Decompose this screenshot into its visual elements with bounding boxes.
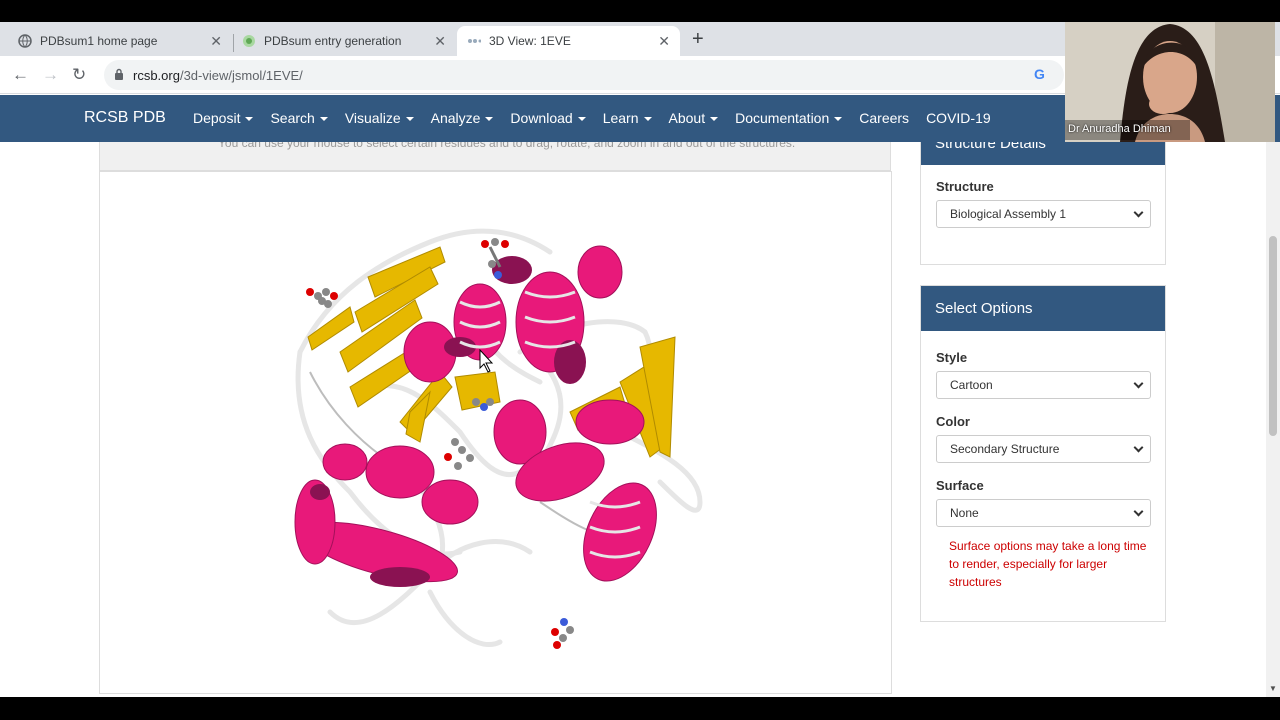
nav-item-search[interactable]: Search	[270, 110, 328, 126]
google-icon[interactable]: G	[1034, 66, 1045, 82]
nav-label: Download	[510, 110, 573, 126]
top-bar	[0, 0, 1280, 22]
site-brand[interactable]: RCSB PDB	[84, 109, 166, 127]
new-tab-icon[interactable]: +	[692, 28, 704, 51]
protein-cartoon[interactable]	[100, 172, 891, 693]
caret-down-icon	[319, 117, 328, 122]
chevron-down-icon	[1133, 506, 1144, 517]
nav-item-learn[interactable]: Learn	[603, 110, 652, 126]
nav-label: Careers	[859, 110, 910, 126]
pdbsum-favicon-icon	[243, 35, 255, 47]
close-tab-icon[interactable]: ✕	[210, 33, 222, 50]
color-select-value: Secondary Structure	[950, 442, 1060, 456]
nav-label: Learn	[602, 110, 639, 126]
nav-label: Deposit	[193, 110, 241, 126]
style-select[interactable]: Cartoon	[936, 371, 1151, 399]
structure-label: Structure	[936, 179, 994, 194]
tab-label: PDBsum entry generation	[264, 34, 402, 48]
tab-label: 3D View: 1EVE	[489, 34, 571, 48]
chevron-down-icon	[1133, 207, 1144, 218]
structure-details-header: Structure Details	[921, 142, 1165, 165]
surface-label: Surface	[936, 478, 984, 493]
viewer-hint: You can use your mouse to select certain…	[218, 142, 796, 150]
caret-down-icon	[834, 117, 843, 122]
nav-label: Search	[270, 110, 315, 126]
structure-details-panel: Structure Details Structure Biological A…	[920, 142, 1166, 265]
nav-item-covid19[interactable]: COVID-19	[926, 110, 991, 126]
nav-label: Analyze	[430, 110, 481, 126]
nav-item-deposit[interactable]: Deposit	[193, 110, 254, 126]
nav-item-download[interactable]: Download	[510, 110, 586, 126]
nav-label: Visualize	[344, 110, 401, 126]
tab-pdbsum-home[interactable]: PDBsum1 home page ✕	[0, 26, 232, 56]
select-options-header: Select Options	[921, 286, 1165, 331]
tab-3d-view[interactable]: 3D View: 1EVE ✕	[457, 26, 680, 56]
back-arrow-icon[interactable]: ←	[12, 65, 29, 85]
ligand-bottom	[551, 618, 574, 649]
nav-label: About	[668, 110, 706, 126]
page-content: You can use your mouse to select certain…	[0, 142, 1266, 697]
scrollbar-thumb[interactable]	[1269, 236, 1277, 436]
color-select[interactable]: Secondary Structure	[936, 435, 1151, 463]
page-scrollbar[interactable]: ▼	[1266, 142, 1280, 697]
style-label: Style	[936, 350, 968, 365]
chevron-down-icon	[1133, 378, 1144, 389]
forward-arrow-icon[interactable]: →	[42, 65, 59, 85]
close-tab-icon[interactable]: ✕	[434, 33, 446, 50]
address-bar[interactable]: rcsb.org/3d-view/jsmol/1EVE/ G	[104, 60, 1064, 90]
surface-select-value: None	[950, 506, 979, 520]
tab-label: PDBsum1 home page	[40, 34, 158, 48]
nav-item-about[interactable]: About	[669, 110, 719, 126]
caret-down-icon	[485, 117, 494, 122]
globe-icon	[18, 34, 32, 48]
style-select-value: Cartoon	[950, 378, 993, 392]
url-text[interactable]: rcsb.org/3d-view/jsmol/1EVE/	[133, 68, 303, 83]
nav-item-documentation[interactable]: Documentation	[735, 110, 843, 126]
structure-select-value: Biological Assembly 1	[950, 207, 1067, 221]
surface-warning: Surface options may take a long time to …	[949, 539, 1147, 589]
color-label: Color	[936, 414, 970, 429]
nav-label: Documentation	[735, 110, 830, 126]
nav-label: COVID-19	[926, 110, 991, 126]
nav-menu: Deposit Search Visualize Analyze Downloa…	[193, 110, 1008, 126]
caret-down-icon	[643, 117, 652, 122]
presenter-name: Dr Anuradha Dhiman	[1068, 123, 1171, 135]
caret-down-icon	[405, 117, 414, 122]
caret-down-icon	[710, 117, 719, 122]
select-options-panel: Select Options Style Cartoon Color Secon…	[920, 285, 1166, 622]
screen: PDBsum1 home page ✕ PDBsum entry generat…	[0, 0, 1280, 720]
bottom-bar	[0, 697, 1280, 720]
close-tab-icon[interactable]: ✕	[658, 33, 670, 50]
molecule-viewer[interactable]	[99, 171, 892, 694]
caret-down-icon	[577, 117, 586, 122]
lock-icon	[115, 68, 123, 80]
structure-select[interactable]: Biological Assembly 1	[936, 200, 1151, 228]
rcsb-favicon-icon	[468, 39, 481, 43]
webcam-overlay: Dr Anuradha Dhiman	[1065, 22, 1275, 142]
url-path: /3d-view/jsmol/1EVE/	[179, 68, 303, 83]
viewer-header: You can use your mouse to select certain…	[99, 142, 891, 171]
nav-item-careers[interactable]: Careers	[859, 110, 909, 126]
nav-item-analyze[interactable]: Analyze	[431, 110, 494, 126]
reload-icon[interactable]: ↻	[72, 65, 86, 85]
scroll-down-arrow-icon[interactable]: ▼	[1269, 684, 1277, 693]
url-host: rcsb.org	[133, 68, 180, 83]
chevron-down-icon	[1133, 442, 1144, 453]
nav-item-visualize[interactable]: Visualize	[345, 110, 414, 126]
surface-select[interactable]: None	[936, 499, 1151, 527]
tab-pdbsum-entry[interactable]: PDBsum entry generation ✕	[234, 26, 456, 56]
caret-down-icon	[245, 117, 254, 122]
